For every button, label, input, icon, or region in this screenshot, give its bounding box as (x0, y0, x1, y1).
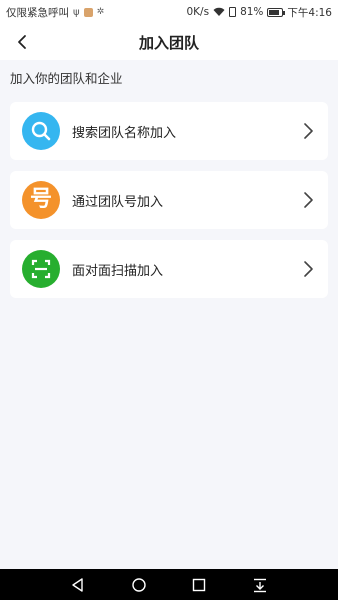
recents-square-icon (193, 578, 206, 591)
clock: 下午4:16 (287, 6, 332, 19)
chevron-left-icon (18, 35, 26, 49)
system-nav-bar (0, 569, 338, 600)
download-menu-icon (253, 578, 266, 592)
team-number-label: 通过团队号加入 (72, 194, 164, 210)
net-speed: 0K/s (186, 6, 210, 18)
chevron-right-icon (304, 261, 313, 277)
back-triangle-icon (72, 577, 83, 592)
nav-back-button[interactable] (68, 575, 88, 595)
status-right: 0K/s 81% 下午4:16 (186, 5, 332, 20)
number-icon: 号 (22, 181, 60, 219)
page-title: 加入团队 (138, 33, 199, 52)
carrier-text: 仅限紧急呼叫 (6, 6, 69, 19)
battery-percent: 81% (240, 6, 264, 18)
face-scan-option[interactable]: 面对面扫描加入 (10, 240, 328, 298)
nav-menu-button[interactable] (250, 575, 270, 595)
back-button[interactable] (10, 30, 34, 54)
number-glyph: 号 (29, 187, 52, 212)
search-team-option[interactable]: 搜索团队名称加入 (10, 102, 328, 160)
nav-recents-button[interactable] (189, 575, 209, 595)
battery-icon (267, 7, 286, 17)
chevron-right-icon (304, 192, 313, 208)
chevron-right-icon (304, 123, 313, 139)
app-header: 加入团队 (0, 24, 338, 60)
status-left: 仅限紧急呼叫 ψ ✲ (6, 5, 104, 20)
nav-home-button[interactable] (129, 575, 149, 595)
search-icon (22, 112, 60, 150)
image-notification-icon (83, 7, 93, 17)
usb-icon: ψ (73, 6, 80, 18)
section-label: 加入你的团队和企业 (10, 71, 123, 86)
sim-icon (229, 7, 237, 17)
screen: 仅限紧急呼叫 ψ ✲ 0K/s 81% 下午4:16 加入团队 加入你的团队和企… (0, 0, 338, 600)
scan-icon (22, 250, 60, 288)
wifi-icon (213, 7, 225, 16)
bug-notification-icon: ✲ (96, 7, 105, 17)
face-scan-label: 面对面扫描加入 (72, 263, 164, 279)
status-bar: 仅限紧急呼叫 ψ ✲ 0K/s 81% 下午4:16 (0, 0, 338, 24)
team-number-option[interactable]: 号 通过团队号加入 (10, 171, 328, 229)
search-team-label: 搜索团队名称加入 (72, 125, 177, 141)
home-circle-icon (132, 577, 146, 592)
